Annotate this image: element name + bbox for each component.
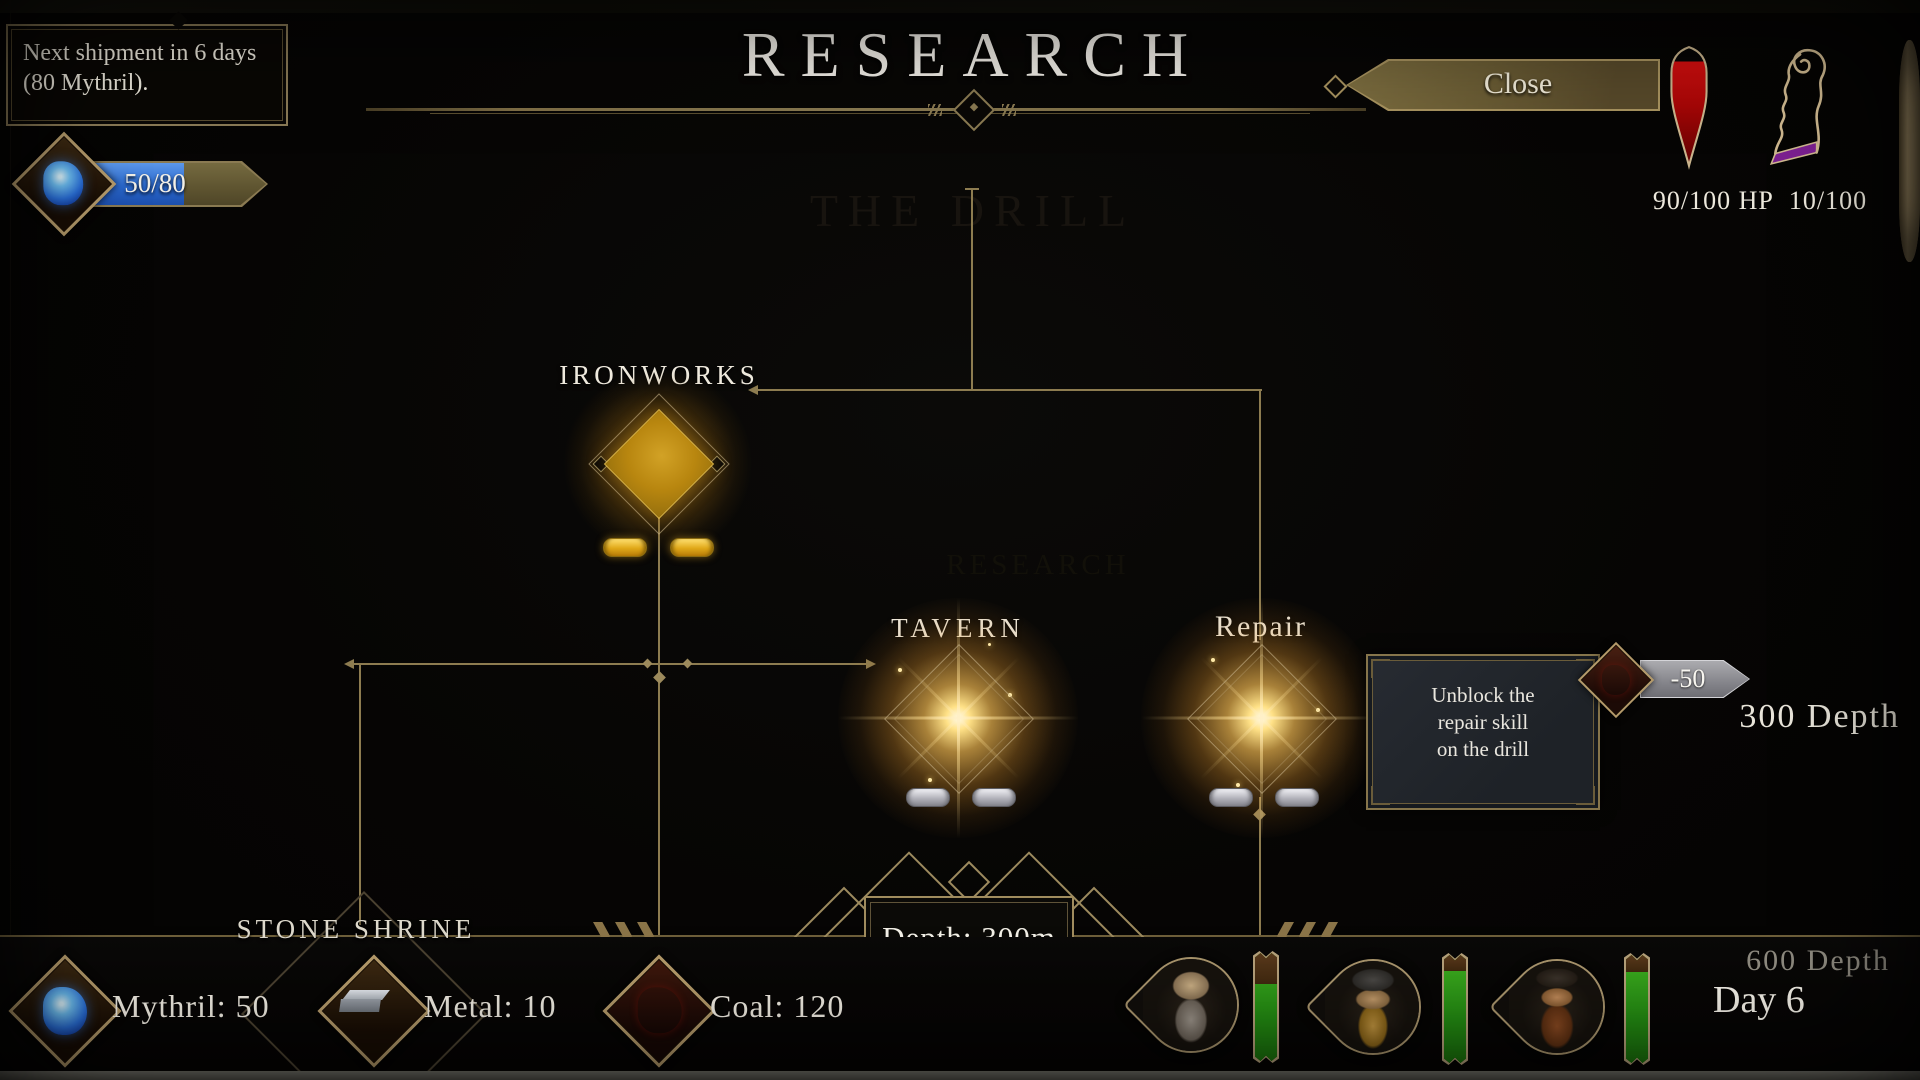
- shipment-line1: Next shipment in 6 days: [23, 38, 271, 68]
- health-bar-2: [1442, 953, 1468, 1065]
- day-counter: Day 6: [1713, 978, 1920, 1022]
- divider-ornament-left: [928, 104, 942, 116]
- tooltip-line1: Unblock the: [1368, 682, 1598, 709]
- connector-diamond-dot: [653, 671, 666, 684]
- title-divider-inner: [430, 113, 1310, 114]
- tooltip-line3: on the drill: [1368, 736, 1598, 763]
- divider-diamond-icon: [953, 89, 995, 131]
- connector-h-top: [757, 389, 1262, 391]
- tooltip-line2: repair skill: [1368, 709, 1598, 736]
- total-depth-label: 600 Depth: [1640, 944, 1890, 978]
- smoke-value: 10/100: [1789, 186, 1867, 215]
- connector-h-mid: [353, 663, 869, 665]
- drill-shaft-texture: [1899, 40, 1920, 262]
- repair-cost-pill: [1209, 788, 1253, 807]
- drill-smoke-icon: [1762, 42, 1832, 168]
- ironworks-cost-pill: [670, 538, 714, 557]
- cost-value: -50: [1648, 664, 1728, 694]
- connector-tick: [643, 659, 653, 669]
- coal-count: Coal: 120: [710, 988, 844, 1025]
- mythril-quota-icon: [12, 132, 117, 237]
- health-bar-1: [1253, 951, 1279, 1063]
- title-divider: [366, 108, 1366, 111]
- ground-surface-texture: [0, 1071, 1920, 1080]
- metal-count: Metal: 10: [424, 988, 557, 1025]
- ironworks-cost-pill: [603, 538, 647, 557]
- repair-cost-pill: [1275, 788, 1319, 807]
- top-edge-texture: [0, 0, 1920, 13]
- mythril-count: Mythril: 50: [112, 988, 270, 1025]
- shipment-tooltip: Next shipment in 6 days (80 Mythril).: [6, 24, 288, 126]
- page-title: RESEARCH: [573, 18, 1373, 92]
- connector-v-shrine: [359, 663, 361, 925]
- node-label-stone-shrine: STONE SHRINE: [206, 914, 506, 945]
- shipment-line2: (80 Mythril).: [23, 68, 271, 98]
- faint-background-heading: THE DRILL: [773, 184, 1173, 237]
- research-screen: THE DRILL RESEARCH Next shipment in 6 da…: [0, 0, 1920, 1080]
- connector-tick: [683, 659, 693, 669]
- depth-row-marker: 300 Depth: [1600, 698, 1900, 736]
- faint-background-watermark: RESEARCH: [918, 549, 1158, 582]
- hp-readout: 90/100 HP 10/100: [1630, 186, 1890, 216]
- left-edge-seam: [10, 0, 11, 1080]
- drill-hp-value: 90/100 HP: [1653, 186, 1774, 215]
- tavern-cost-pill: [972, 788, 1016, 807]
- tavern-cost-pill: [906, 788, 950, 807]
- drill-hp-icon: [1664, 44, 1714, 170]
- close-button-label: Close: [1388, 67, 1648, 101]
- connector-v-top: [971, 189, 973, 391]
- close-button[interactable]: Close: [1346, 59, 1660, 111]
- repair-tooltip: Unblock the repair skill on the drill: [1366, 654, 1600, 810]
- divider-ornament-right: [1002, 104, 1016, 116]
